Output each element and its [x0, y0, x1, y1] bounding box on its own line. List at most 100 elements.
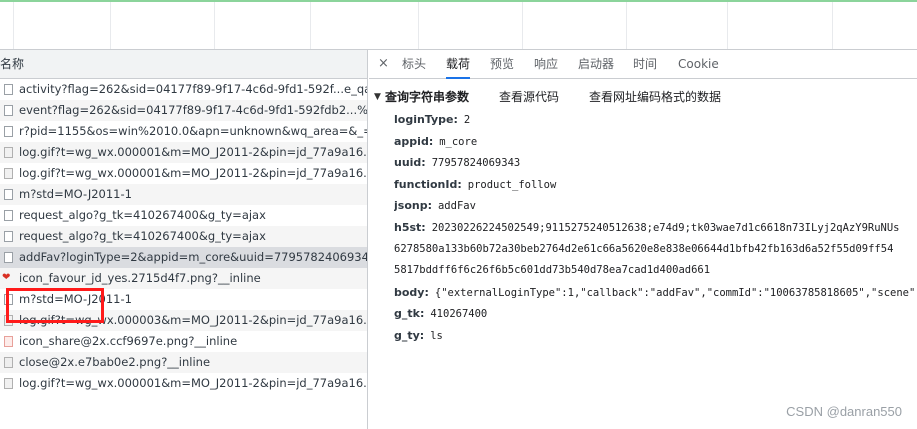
tab-response[interactable]: 响应: [534, 50, 558, 79]
param-value-continuation: 6278580a133b60b72a30beb2764d2e61c66a5620…: [394, 242, 894, 255]
param-key: g_tk:: [394, 307, 425, 321]
tab-headers[interactable]: 标头: [402, 50, 426, 79]
name-column-header[interactable]: 名称: [0, 50, 367, 79]
param-value: addFav: [437, 200, 476, 213]
timeline-gridline: [626, 2, 627, 49]
document-icon: [4, 84, 13, 95]
query-param-row: h5st: 20230226224502549;9115275240512638;…: [394, 217, 917, 239]
timeline-gridline: [214, 2, 215, 49]
request-row[interactable]: request_algo?g_tk=410267400&g_ty=ajax: [0, 205, 367, 226]
view-url-encoded-link[interactable]: 查看网址编码格式的数据: [589, 85, 721, 109]
request-row[interactable]: ❤ icon_favour_jd_yes.2715d4f7.png?__inlin…: [0, 268, 367, 289]
query-param-row: g_ty: ls: [394, 325, 917, 347]
param-value: {"externalLoginType":1,"callback":"addFa…: [434, 286, 916, 299]
request-name: log.gif?t=wg_wx.000001&m=MO_J2011-2&pin=…: [19, 145, 367, 159]
share-image-icon: [4, 336, 13, 347]
request-name: request_algo?g_tk=410267400&g_ty=ajax: [19, 229, 266, 243]
param-value: 410267400: [430, 308, 488, 321]
request-name: request_algo?g_tk=410267400&g_ty=ajax: [19, 208, 266, 222]
tab-cookie[interactable]: Cookie: [678, 50, 719, 79]
request-row[interactable]: m?std=MO-J2011-1: [0, 184, 367, 205]
collapse-triangle-icon[interactable]: ▼: [374, 85, 381, 109]
timeline-gridline: [832, 2, 833, 49]
request-name: event?flag=262&sid=04177f89-9f17-4c6d-9f…: [19, 103, 367, 117]
param-key: functionId:: [394, 177, 462, 191]
timeline-gridline: [13, 2, 14, 49]
request-list: activity?flag=262&sid=04177f89-9f17-4c6d…: [0, 79, 367, 394]
close-detail-icon[interactable]: ×: [378, 56, 389, 71]
param-key: jsonp:: [394, 199, 432, 213]
query-param-row: functionId: product_follow: [394, 174, 917, 196]
document-icon: [4, 189, 13, 200]
document-icon: [4, 231, 13, 242]
highlight-annotation-box: [6, 288, 104, 323]
param-value: product_follow: [467, 178, 557, 191]
query-string-section: ▼ 查询字符串参数 查看源代码 查看网址编码格式的数据 loginType: 2 a…: [369, 79, 917, 347]
param-value: ls: [430, 329, 443, 342]
heart-icon: ❤: [2, 272, 11, 283]
request-row[interactable]: event?flag=262&sid=04177f89-9f17-4c6d-9f…: [0, 100, 367, 121]
query-string-section-header[interactable]: ▼ 查询字符串参数 查看源代码 查看网址编码格式的数据: [369, 85, 917, 109]
query-param-row: g_tk: 410267400: [394, 303, 917, 325]
param-key: appid:: [394, 134, 434, 148]
param-key: h5st:: [394, 220, 426, 234]
timeline-activity-bar: [0, 0, 917, 2]
detail-tabbar: × 标头 载荷 预览 响应 启动器 时间 Cookie: [369, 50, 917, 79]
query-param-row: appid: m_core: [394, 131, 917, 153]
timeline-gridline: [418, 2, 419, 49]
timeline-gridline: [727, 2, 728, 49]
request-name: r?pid=1155&os=win%2010.0&apn=unknown&wq_…: [19, 124, 367, 138]
request-name: close@2x.e7bab0e2.png?__inline: [19, 355, 211, 369]
request-row[interactable]: activity?flag=262&sid=04177f89-9f17-4c6d…: [0, 79, 367, 100]
request-row[interactable]: close@2x.e7bab0e2.png?__inline: [0, 352, 367, 373]
request-row[interactable]: log.gif?t=wg_wx.000001&m=MO_J2011-2&pin=…: [0, 142, 367, 163]
tab-timing[interactable]: 时间: [633, 50, 657, 79]
query-string-title: 查询字符串参数: [385, 90, 470, 104]
param-value: 20230226224502549;9115275240512638;e74d9…: [431, 221, 900, 234]
document-icon: [4, 210, 13, 221]
tab-payload[interactable]: 载荷: [446, 50, 471, 79]
tab-initiator[interactable]: 启动器: [578, 50, 614, 79]
query-param-list: loginType: 2 appid: m_core uuid: 779578240693…: [369, 109, 917, 347]
param-value: 77957824069343: [431, 157, 521, 170]
request-name: addFav?loginType=2&appid=m_core&uuid=779…: [19, 250, 367, 264]
timeline-gridline: [110, 2, 111, 49]
request-list-panel: 名称 activity?flag=262&sid=04177f89-9f17-4…: [0, 50, 368, 429]
close-image-icon: [4, 357, 13, 368]
request-name: m?std=MO-J2011-1: [19, 187, 132, 201]
query-param-row: loginType: 2: [394, 109, 917, 131]
param-key: body:: [394, 285, 429, 299]
request-name: icon_share@2x.ccf9697e.png?__inline: [19, 334, 238, 348]
timeline-gridline: [310, 2, 311, 49]
request-row[interactable]: log.gif?t=wg_wx.000001&m=MO_J2011-2&pin=…: [0, 163, 367, 184]
document-icon: [4, 105, 13, 116]
request-row[interactable]: r?pid=1155&os=win%2010.0&apn=unknown&wq_…: [0, 121, 367, 142]
image-icon: [4, 147, 13, 158]
query-param-row: body: {"externalLoginType":1,"callback":"…: [394, 282, 917, 304]
document-icon: [4, 126, 13, 137]
query-param-row: jsonp: addFav: [394, 195, 917, 217]
image-icon: [4, 378, 13, 389]
request-row[interactable]: request_algo?g_tk=410267400&g_ty=ajax: [0, 226, 367, 247]
query-param-row: uuid: 77957824069343: [394, 152, 917, 174]
request-name: log.gif?t=wg_wx.000001&m=MO_J2011-2&pin=…: [19, 376, 367, 390]
request-name: icon_favour_jd_yes.2715d4f7.png?__inline: [19, 271, 261, 285]
request-name: activity?flag=262&sid=04177f89-9f17-4c6d…: [19, 82, 367, 96]
request-row[interactable]: icon_share@2x.ccf9697e.png?__inline: [0, 331, 367, 352]
csdn-watermark: CSDN @danran550: [786, 404, 902, 419]
request-name: log.gif?t=wg_wx.000001&m=MO_J2011-2&pin=…: [19, 166, 367, 180]
request-row[interactable]: log.gif?t=wg_wx.000001&m=MO_J2011-2&pin=…: [0, 373, 367, 394]
view-source-link[interactable]: 查看源代码: [499, 85, 559, 109]
request-detail-panel: × 标头 载荷 预览 响应 启动器 时间 Cookie ▼ 查询字符串参数 查看…: [369, 50, 917, 429]
param-key: g_ty:: [394, 328, 425, 342]
tab-preview[interactable]: 预览: [490, 50, 514, 79]
timeline-gridline: [522, 2, 523, 49]
param-value: 2: [463, 114, 471, 126]
request-row[interactable]: addFav?loginType=2&appid=m_core&uuid=779…: [0, 247, 367, 268]
param-value: m_core: [439, 135, 478, 148]
image-icon: [4, 168, 13, 179]
param-key: loginType:: [394, 113, 458, 126]
timeline-overview[interactable]: [0, 0, 917, 50]
param-value-continuation: 5817bddff6f6c26f6b5c601dd73b540d78ea7cad…: [394, 264, 711, 277]
document-icon: [4, 252, 13, 263]
